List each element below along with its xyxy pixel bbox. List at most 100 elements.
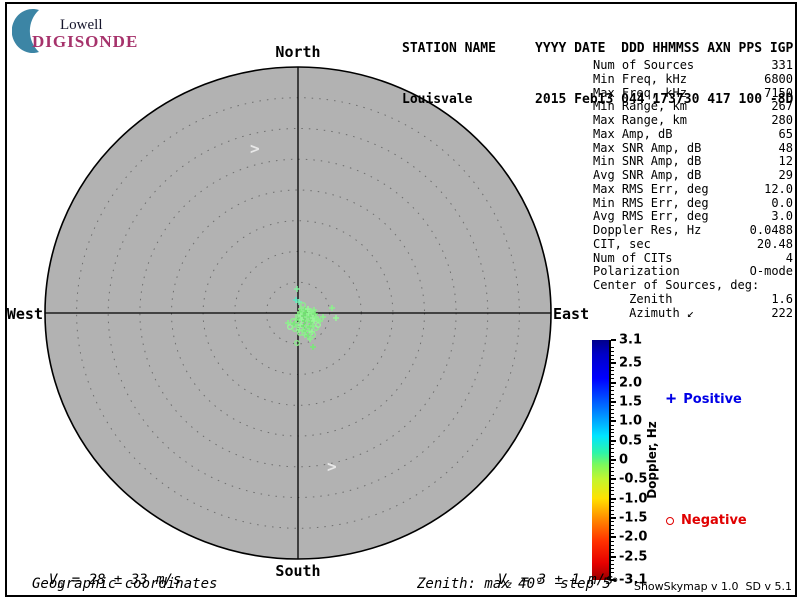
- zenith-range-label: Zenith: max 40° step 5°: [417, 576, 620, 592]
- colorbar-minor-tick: [611, 513, 614, 515]
- stat-label: Min Range, km: [593, 99, 687, 114]
- colorbar-minor-tick: [611, 505, 614, 507]
- stat-value: 6800: [764, 71, 793, 86]
- stat-row: Min Range, km 267: [593, 99, 793, 113]
- doppler-axis-label: Doppler, Hz: [645, 421, 659, 499]
- colorbar-minor-tick: [611, 409, 614, 411]
- colorbar-tick-label: -1.5: [619, 510, 648, 526]
- lowell-digisonde-logo: Lowell DIGISONDE: [12, 8, 172, 53]
- stat-row: Avg SNR Amp, dB 29: [593, 168, 793, 182]
- colorbar-minor-tick: [611, 351, 614, 353]
- colorbar-tick-label: -2.0: [619, 529, 648, 545]
- colorbar-tick: [611, 420, 616, 423]
- colorbar-minor-tick: [611, 385, 614, 387]
- station-header-columns: STATION NAME YYYY DATE DDD HHMMSS AXN PP…: [402, 41, 794, 56]
- stat-label: Doppler Res, Hz: [593, 223, 702, 238]
- colorbar-tick: [611, 459, 616, 461]
- colorbar-minor-tick: [611, 494, 614, 496]
- stat-value: 29: [778, 168, 793, 183]
- app-version: ShowSkymap v 1.0 SD v 5.1: [633, 580, 792, 593]
- stat-label: Max Range, km: [593, 113, 687, 128]
- stat-label: Num of Sources: [593, 58, 695, 72]
- stat-value: 12: [778, 154, 793, 169]
- colorbar-minor-tick: [611, 455, 614, 457]
- colorbar-minor-tick: [611, 490, 614, 492]
- colorbar-minor-tick: [611, 525, 614, 527]
- colorbar-minor-tick: [611, 502, 614, 504]
- colorbar-minor-tick: [611, 358, 614, 360]
- colorbar-minor-tick: [611, 413, 614, 415]
- colorbar-tick: [611, 362, 616, 365]
- stat-label: Min RMS Err, deg: [593, 195, 709, 210]
- stats-panel: Num of Sources 331 Min Freq, kHz 6800 Max Fr…: [593, 58, 793, 320]
- stat-value: O-mode: [749, 264, 793, 279]
- circle-marker-icon: [666, 516, 674, 525]
- stat-row: Min RMS Err, deg 0.0: [593, 196, 793, 210]
- colorbar-minor-tick: [611, 366, 614, 368]
- compass-label-north: North: [275, 43, 321, 61]
- colorbar-tick-label: 2.0: [619, 375, 643, 391]
- colorbar-minor-tick: [611, 428, 614, 430]
- legend-negative: Negative: [666, 513, 747, 528]
- colorbar-minor-tick: [611, 436, 614, 438]
- colorbar-tick: [611, 400, 616, 403]
- stat-row: Max RMS Err, deg 12.0: [593, 182, 793, 196]
- stat-value: 331: [771, 58, 793, 72]
- colorbar-minor-tick: [611, 444, 614, 446]
- stat-value: 20.48: [756, 236, 793, 251]
- colorbar-minor-tick: [611, 529, 614, 531]
- colorbar-minor-tick: [611, 347, 614, 349]
- colorbar-minor-tick: [611, 548, 614, 550]
- colorbar-minor-tick: [611, 389, 614, 391]
- colorbar-minor-tick: [611, 552, 614, 554]
- colorbar-tick: [611, 381, 616, 384]
- stat-label: Num of CITs: [593, 250, 673, 265]
- colorbar-minor-tick: [611, 354, 614, 356]
- stat-label: Max RMS Err, deg: [593, 181, 709, 196]
- colorbar-tick: [611, 497, 616, 500]
- stat-label: Avg SNR Amp, dB: [593, 168, 702, 183]
- stat-row: Center of Sources, deg:: [593, 278, 793, 292]
- stat-value: 280: [771, 113, 793, 128]
- colorbar-minor-tick: [611, 467, 614, 469]
- colorbar-tick-label: 3.1: [619, 332, 643, 348]
- colorbar-minor-tick: [611, 405, 614, 407]
- stat-label: Min SNR Amp, dB: [593, 154, 702, 169]
- colorbar-tick-label: 1.5: [619, 394, 643, 410]
- stat-value: 267: [771, 99, 793, 114]
- stat-label: Avg RMS Err, deg: [593, 209, 709, 224]
- stat-value: 12.0: [764, 181, 793, 196]
- stat-row: Num of Sources 331: [593, 58, 793, 72]
- colorbar-minor-tick: [611, 540, 614, 542]
- colorbar-minor-tick: [611, 416, 614, 418]
- compass-label-south: South: [275, 562, 321, 580]
- colorbar-minor-tick: [611, 509, 614, 511]
- coordinate-system-label: Geographic coordinates: [32, 576, 218, 592]
- compass-label-west: West: [6, 305, 43, 323]
- stat-value: 3.0: [771, 209, 793, 224]
- stat-row: Max Amp, dB 65: [593, 127, 793, 141]
- stat-row: Max Freq, kHz 7150: [593, 86, 793, 100]
- colorbar-minor-tick: [611, 471, 614, 473]
- colorbar-minor-tick: [611, 370, 614, 372]
- stat-row: Min Freq, kHz 6800: [593, 72, 793, 86]
- stat-row: Polarization O-mode: [593, 264, 793, 278]
- colorbar-tick: [611, 439, 616, 442]
- colorbar-minor-tick: [611, 424, 614, 426]
- colorbar-tick-label: 2.5: [619, 355, 643, 371]
- digisonde-wordmark: DIGISONDE: [32, 32, 139, 51]
- legend-negative-label: Negative: [681, 513, 747, 528]
- colorbar-minor-tick: [611, 486, 614, 488]
- colorbar-minor-tick: [611, 447, 614, 449]
- stat-row: CIT, sec 20.48: [593, 237, 793, 251]
- colorbar-minor-tick: [611, 474, 614, 476]
- stat-row: Avg RMS Err, deg 3.0: [593, 209, 793, 223]
- colorbar-minor-tick: [611, 544, 614, 546]
- stat-value: 48: [778, 140, 793, 155]
- colorbar-tick-label: 0.5: [619, 433, 643, 449]
- stat-row: Max Range, km 280: [593, 113, 793, 127]
- colorbar-minor-tick: [611, 463, 614, 465]
- stat-value: 0.0: [771, 195, 793, 210]
- colorbar-minor-tick: [611, 521, 614, 523]
- colorbar-minor-tick: [611, 482, 614, 484]
